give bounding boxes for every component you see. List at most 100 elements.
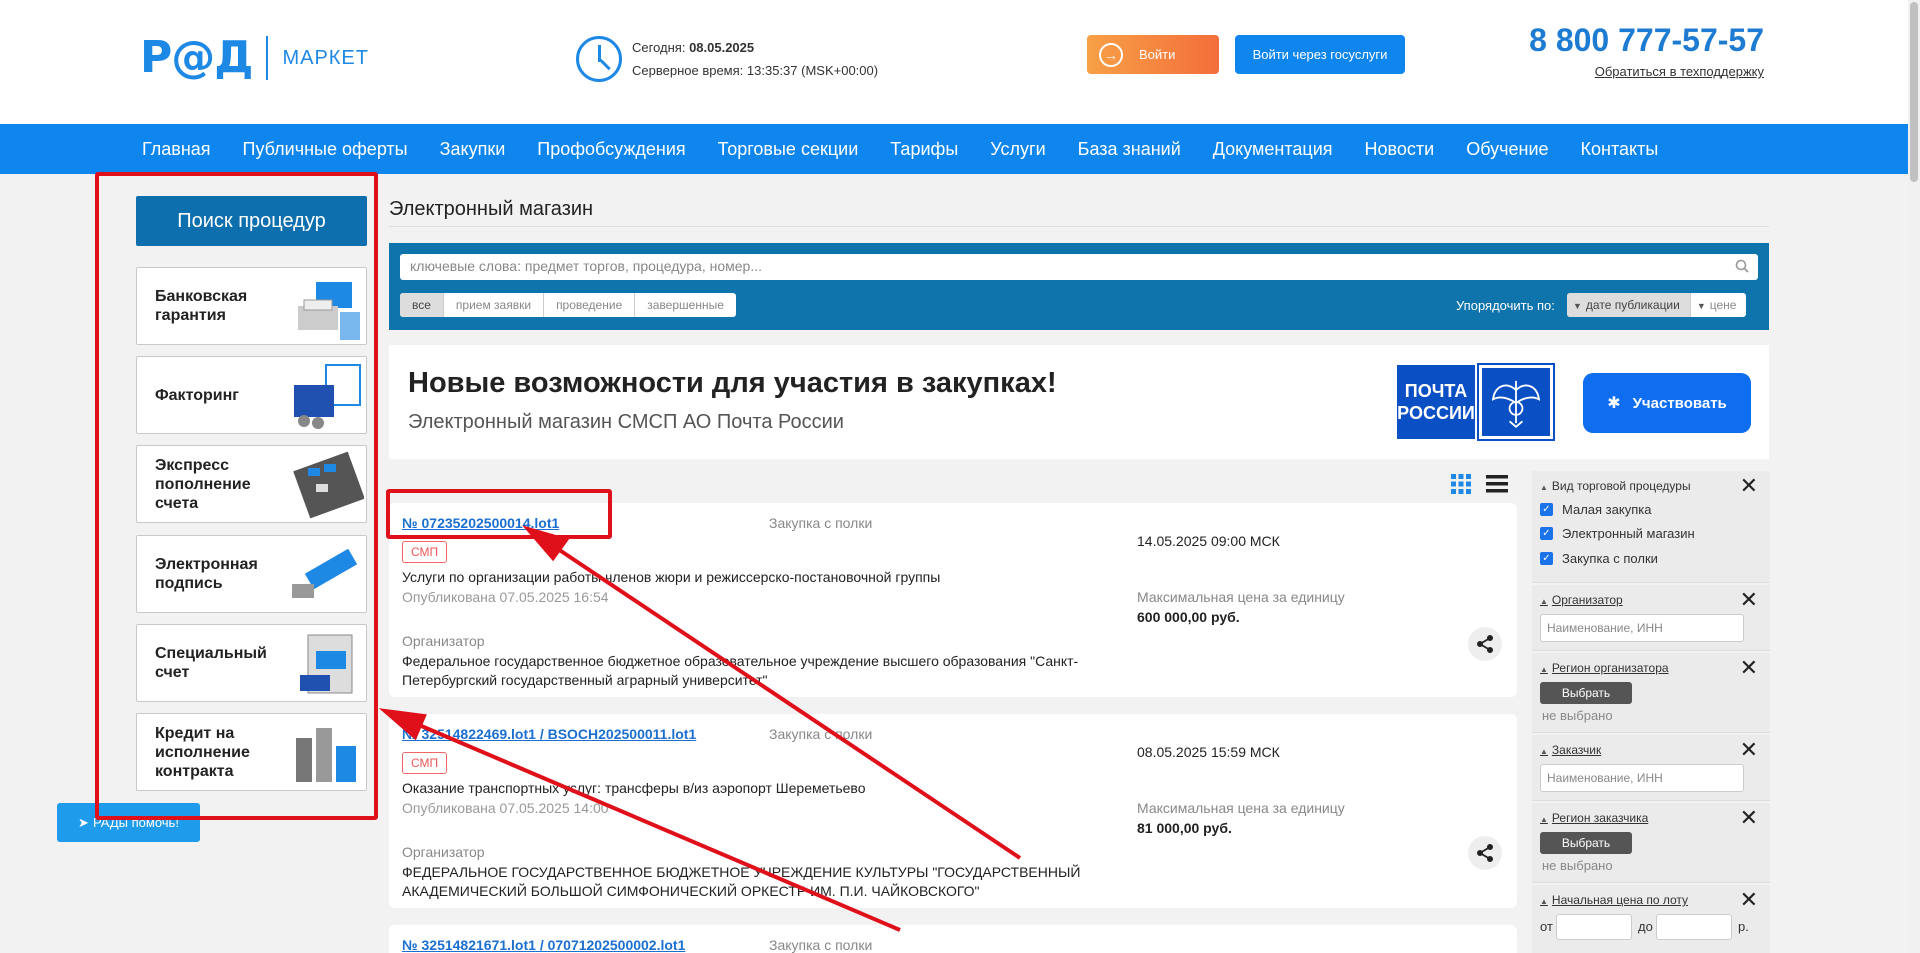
logo-mark: Р@Д [140, 32, 253, 83]
lot-card: № 32514822469.lot1 / BSOCH202500011.lot1… [389, 714, 1517, 908]
login-label: Войти [1139, 47, 1176, 62]
lot-published: Опубликована 07.05.2025 14:00 [402, 800, 609, 816]
nav-item-trade-sections[interactable]: Торговые секции [702, 139, 875, 160]
logo-divider [266, 36, 269, 80]
telegram-icon: ➤ [78, 814, 89, 830]
nav-item-public-offers[interactable]: Публичные оферты [227, 139, 424, 160]
view-toggle [1449, 470, 1509, 500]
search-icon[interactable] [1735, 259, 1749, 273]
clock-icon [576, 36, 622, 82]
login-arrow-icon [1099, 42, 1123, 67]
nav-item-tariffs[interactable]: Тарифы [874, 139, 974, 160]
filter-title[interactable]: Регион заказчика [1540, 811, 1648, 825]
lot-type: Закупка с полки [769, 937, 873, 953]
price-from-input[interactable] [1556, 914, 1632, 940]
filter-title[interactable]: Заказчик [1540, 743, 1601, 757]
checkbox-checked-icon: ✓ [1540, 503, 1553, 516]
search-input[interactable]: ключевые слова: предмет торгов, процедур… [400, 254, 1758, 280]
lot-price: 600 000,00 руб. [1137, 609, 1240, 625]
participate-label: Участвовать [1632, 394, 1727, 412]
site-logo[interactable]: Р@Д МАРКЕТ [140, 36, 369, 80]
checkbox-small-purchase[interactable]: ✓ Малая закупка [1540, 502, 1651, 517]
checkbox-e-shop[interactable]: ✓ Электронный магазин [1540, 526, 1695, 541]
checkbox-checked-icon: ✓ [1540, 527, 1553, 540]
smp-badge: СМП [402, 541, 448, 563]
filter-title[interactable]: Вид торговой процедуры [1540, 479, 1691, 493]
nav-item-purchases[interactable]: Закупки [424, 139, 522, 160]
annotation-sidebar-box [95, 172, 378, 820]
price-label: Максимальная цена за единицу [1137, 800, 1345, 816]
nav-item-services[interactable]: Услуги [974, 139, 1061, 160]
filter-title[interactable]: Организатор [1540, 593, 1623, 607]
status-filter-tabs: все прием заявки проведение завершенные [400, 293, 736, 317]
filter-all[interactable]: все [400, 293, 444, 317]
close-icon[interactable]: ✕ [1740, 657, 1758, 679]
organizer-label: Организатор [402, 844, 485, 860]
filter-title[interactable]: Регион организатора [1540, 661, 1669, 675]
lot-description: Оказание транспортных услуг: трансферы в… [402, 780, 866, 796]
main-navigation: Главная Публичные оферты Закупки Профобс… [0, 124, 1908, 174]
organizer-input[interactable]: Наименование, ИНН [1540, 614, 1744, 642]
price-from-label: от [1540, 919, 1553, 934]
lot-type: Закупка с полки [769, 515, 873, 531]
annotation-lot-number-box [386, 489, 612, 539]
support-link[interactable]: Обратиться в техподдержку [1520, 64, 1764, 79]
close-icon[interactable]: ✕ [1740, 739, 1758, 761]
lot-number-link[interactable]: № 32514822469.lot1 / BSOCH202500011.lot1 [402, 726, 696, 742]
filter-customer-region: Регион заказчика ✕ Выбрать не выбрано [1532, 803, 1770, 883]
share-icon[interactable] [1468, 836, 1502, 870]
filter-organizer: Организатор ✕ Наименование, ИНН [1532, 585, 1770, 651]
list-view-icon[interactable] [1485, 472, 1509, 496]
organizer-region-select-button[interactable]: Выбрать [1540, 682, 1632, 704]
support-phone[interactable]: 8 800 777-57-57 [1520, 22, 1764, 59]
customer-region-value: не выбрано [1542, 858, 1613, 873]
nav-item-knowledge-base[interactable]: База знаний [1062, 139, 1197, 160]
filter-procedure-type: Вид торговой процедуры ✕ ✓Малая закупка … [1532, 471, 1770, 583]
customer-region-select-button[interactable]: Выбрать [1540, 832, 1632, 854]
filter-customer: Заказчик ✕ Наименование, ИНН [1532, 735, 1770, 801]
nav-item-news[interactable]: Новости [1349, 139, 1451, 160]
page: Р@Д МАРКЕТ Сегодня: 08.05.2025 Серверное… [0, 0, 1920, 953]
checkbox-checked-icon: ✓ [1540, 552, 1553, 565]
sort-by-price[interactable]: цене [1691, 293, 1747, 317]
scrollbar-thumb[interactable] [1910, 2, 1918, 182]
close-icon[interactable]: ✕ [1740, 475, 1758, 497]
participate-button[interactable]: ✱ Участвовать [1583, 373, 1751, 433]
checkbox-shelf-purchase[interactable]: ✓ Закупка с полки [1540, 551, 1658, 566]
lot-deadline: 14.05.2025 09:00 МСК [1137, 533, 1280, 549]
price-label: Максимальная цена за единицу [1137, 589, 1345, 605]
filter-organizer-region: Регион организатора ✕ Выбрать не выбрано [1532, 653, 1770, 733]
sort-by-date[interactable]: дате публикации [1567, 293, 1691, 317]
nav-item-training[interactable]: Обучение [1450, 139, 1564, 160]
checkbox-label: Закупка с полки [1562, 551, 1658, 566]
nav-item-home[interactable]: Главная [126, 139, 227, 160]
nav-item-contacts[interactable]: Контакты [1565, 139, 1675, 160]
close-icon[interactable]: ✕ [1740, 589, 1758, 611]
today-value: 08.05.2025 [689, 40, 755, 55]
grid-view-icon[interactable] [1449, 472, 1473, 496]
banner-headline: Новые возможности для участия в закупках… [408, 367, 1057, 399]
close-icon[interactable]: ✕ [1740, 889, 1758, 911]
page-title: Электронный магазин [389, 198, 594, 220]
price-to-input[interactable] [1656, 914, 1732, 940]
site-header: Р@Д МАРКЕТ Сегодня: 08.05.2025 Серверное… [0, 0, 1908, 124]
close-icon[interactable]: ✕ [1740, 807, 1758, 829]
login-button[interactable]: Войти [1087, 35, 1219, 74]
organizer-region-value: не выбрано [1542, 708, 1613, 723]
gosuslugi-login-button[interactable]: Войти через госуслуги [1235, 35, 1405, 74]
lot-deadline: 08.05.2025 15:59 МСК [1137, 744, 1280, 760]
filter-completed[interactable]: завершенные [635, 293, 736, 317]
filter-in-progress[interactable]: проведение [544, 293, 636, 317]
promo-banner[interactable]: Новые возможности для участия в закупках… [389, 345, 1769, 459]
eagle-small-icon: ✱ [1607, 395, 1621, 412]
nav-item-discussions[interactable]: Профобсуждения [521, 139, 701, 160]
customer-input[interactable]: Наименование, ИНН [1540, 764, 1744, 792]
share-icon[interactable] [1468, 627, 1502, 661]
lot-card: № 32514821671.lot1 / 07071202500002.lot1… [389, 925, 1517, 953]
nav-item-documentation[interactable]: Документация [1197, 139, 1349, 160]
lot-number-link[interactable]: № 32514821671.lot1 / 07071202500002.lot1 [402, 937, 685, 953]
filter-accepting[interactable]: прием заявки [444, 293, 545, 317]
vertical-scrollbar[interactable] [1908, 0, 1920, 953]
smp-badge: СМП [402, 752, 448, 774]
filter-title[interactable]: Начальная цена по лоту [1540, 893, 1688, 907]
